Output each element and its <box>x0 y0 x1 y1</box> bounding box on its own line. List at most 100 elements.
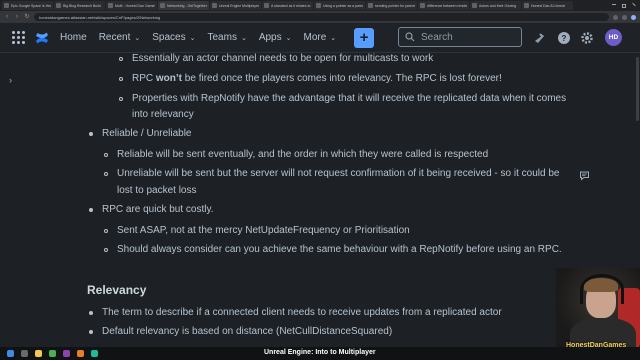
nav-spaces[interactable]: Spaces ⌄ <box>152 32 195 43</box>
extension-icon[interactable] <box>613 14 618 20</box>
tab-title: Networking - GetTogether <box>167 3 207 8</box>
avatar[interactable]: HD <box>605 29 622 46</box>
tab-title: difference between rendering <box>427 3 467 8</box>
profile-icon[interactable] <box>631 14 636 20</box>
browser-tab-bar: Epic Google Space Is Here Big Blog Resear… <box>0 0 640 11</box>
list-bullet <box>104 172 108 176</box>
visual-studio-icon[interactable] <box>63 350 70 357</box>
search-icon[interactable] <box>21 350 28 357</box>
search-placeholder: Search <box>421 31 453 43</box>
svg-text:?: ? <box>562 34 567 43</box>
nav-recent[interactable]: Recent ⌄ <box>99 32 141 43</box>
browser-tab[interactable]: A standard as it relates to <box>262 1 313 10</box>
nav-more[interactable]: More ⌄ <box>303 32 336 43</box>
search-icon <box>405 32 415 42</box>
tab-title: Honest Dan AI Unreal <box>531 3 565 8</box>
inline-comment-icon[interactable] <box>579 170 590 181</box>
tab-title: Unreal Engine Multiplayer <box>219 3 259 8</box>
chrome-icon[interactable] <box>49 350 56 357</box>
url-field[interactable]: honestdangames.atlassian.net/wiki/spaces… <box>34 13 609 21</box>
webcam-overlay <box>556 268 640 348</box>
list-item-text: RPC <box>132 73 156 84</box>
confluence-logo-icon[interactable] <box>34 30 50 46</box>
list-item-text: be fired once the players comes into rel… <box>182 73 502 84</box>
headset-icon <box>580 274 624 304</box>
list-item: Sent ASAP, not at the mercy NetUpdateFre… <box>117 225 410 236</box>
section-heading: Relevancy <box>87 283 147 297</box>
page-content: › Essentially an actor channel needs to … <box>0 53 640 347</box>
browser-tab[interactable]: Actors and their Owning <box>470 1 521 10</box>
list-bullet <box>89 330 93 334</box>
nav-spaces-label: Spaces <box>152 32 186 43</box>
list-item: Unreliable will be sent but the server w… <box>117 168 560 179</box>
browser-tab[interactable]: Multi - Honest Dan Games <box>106 1 157 10</box>
search-input[interactable]: Search <box>398 27 522 47</box>
settings-gear-icon[interactable] <box>580 31 594 45</box>
sidebar-expand-icon[interactable]: › <box>9 75 12 85</box>
nav-apps[interactable]: Apps ⌄ <box>259 32 292 43</box>
extension-icon[interactable] <box>622 14 627 20</box>
file-explorer-icon[interactable] <box>35 350 42 357</box>
list-bullet <box>89 132 93 136</box>
browser-address-bar: ‹ › ↻ honestdangames.atlassian.net/wiki/… <box>0 11 640 23</box>
nav-home[interactable]: Home <box>60 32 87 43</box>
app-header: Home Recent ⌄ Spaces ⌄ Teams ⌄ Apps ⌄ More ⌄ … <box>0 23 640 53</box>
reload-icon[interactable]: ↻ <box>24 11 30 23</box>
chevron-down-icon: ⌄ <box>240 34 247 42</box>
browser-tab[interactable]: Honest Dan AI Unreal <box>522 1 573 10</box>
back-icon[interactable]: ‹ <box>4 11 10 23</box>
list-item-continuation: into relevancy <box>132 109 194 120</box>
tab-favicon-icon <box>160 3 165 8</box>
maximize-icon[interactable] <box>622 3 626 8</box>
taskbar: Unreal Engine: Into to Multiplayer <box>0 347 640 360</box>
chevron-down-icon: ⌄ <box>189 34 196 42</box>
tab-favicon-icon <box>4 3 9 8</box>
create-button[interactable]: + <box>354 27 375 48</box>
list-item: RPC are quick but costly. <box>102 204 214 215</box>
browser-tab[interactable]: Unreal Engine Multiplayer <box>210 1 261 10</box>
stream-title: Unreal Engine: Into to Multiplayer <box>264 349 376 356</box>
windows-start-icon[interactable] <box>7 350 14 357</box>
browser-tab[interactable]: Big Blog Research Build <box>54 1 105 10</box>
tab-title: Using a pointer as a parent <box>323 3 363 8</box>
nav-recent-label: Recent <box>98 32 131 43</box>
window-controls <box>612 2 640 8</box>
list-bullet <box>89 311 93 315</box>
browser-tab[interactable]: difference between rendering <box>418 1 469 10</box>
list-bullet <box>119 77 123 81</box>
minimize-icon[interactable] <box>612 3 616 5</box>
chevron-down-icon: ⌄ <box>134 34 141 42</box>
scrollbar[interactable] <box>636 57 639 121</box>
close-icon[interactable] <box>632 2 636 6</box>
list-bullet <box>104 248 108 252</box>
forward-icon[interactable]: › <box>14 11 20 23</box>
list-item: Reliable will be sent eventually, and th… <box>117 149 489 160</box>
notifications-icon[interactable] <box>532 31 546 45</box>
tab-favicon-icon <box>420 3 425 8</box>
list-bullet <box>119 57 123 61</box>
app-icon[interactable] <box>77 350 84 357</box>
browser-tab[interactable]: Networking - GetTogether <box>158 1 209 10</box>
browser-tab[interactable]: Epic Google Space Is Here <box>2 1 53 10</box>
tab-title: Multi - Honest Dan Games <box>115 3 155 8</box>
list-item: Default relevancy is based on distance (… <box>102 326 393 337</box>
primary-nav: Home Recent ⌄ Spaces ⌄ Teams ⌄ Apps ⌄ More ⌄ … <box>60 27 375 48</box>
tab-title: Epic Google Space Is Here <box>11 3 51 8</box>
nav-teams[interactable]: Teams ⌄ <box>207 32 246 43</box>
list-item: Should always consider can you achieve t… <box>117 244 562 255</box>
tab-title: A standard as it relates to <box>271 3 311 8</box>
app-switcher-icon[interactable] <box>12 30 26 45</box>
tab-title: Big Blog Research Build <box>63 3 101 8</box>
nav-teams-label: Teams <box>207 32 237 43</box>
chevron-down-icon: ⌄ <box>330 34 337 42</box>
browser-tab[interactable]: Using a pointer as a parent <box>314 1 365 10</box>
app-icon[interactable] <box>91 350 98 357</box>
tab-favicon-icon <box>472 3 477 8</box>
tab-title: Actors and their Owning <box>479 3 517 8</box>
list-bullet <box>119 97 123 101</box>
chevron-down-icon: ⌄ <box>285 34 292 42</box>
list-bullet <box>104 229 108 233</box>
list-item: Essentially an actor channel needs to be… <box>132 53 434 64</box>
browser-tab[interactable]: sending pointer for parent <box>366 1 417 10</box>
help-icon[interactable]: ? <box>557 31 571 45</box>
